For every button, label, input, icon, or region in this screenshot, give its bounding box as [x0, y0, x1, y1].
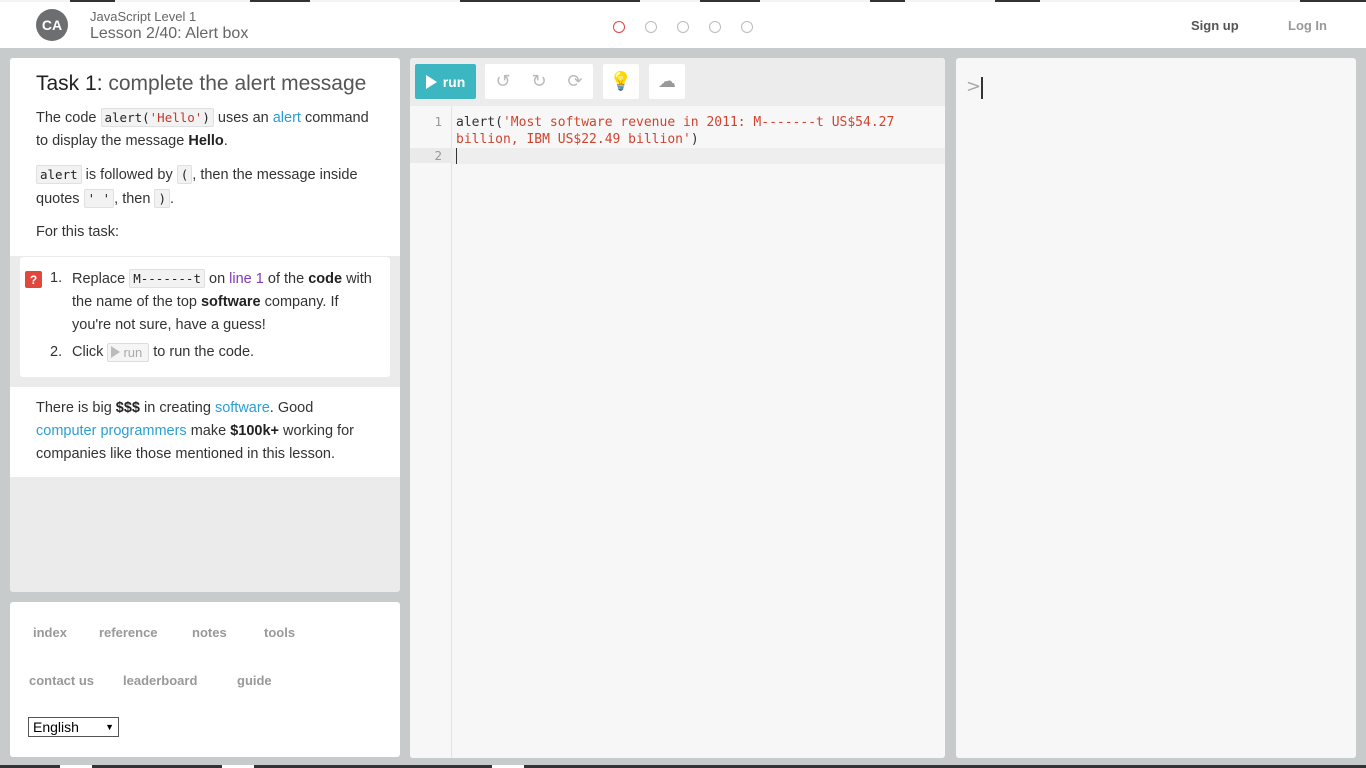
play-icon	[425, 74, 437, 89]
task-dot-5[interactable]	[741, 21, 753, 33]
sign-up-link[interactable]: Sign up	[1191, 18, 1239, 33]
course-level: JavaScript Level 1	[90, 9, 197, 24]
nav-notes[interactable]: notes	[192, 625, 227, 640]
play-icon	[111, 346, 121, 359]
task-paragraph-1: The code alert('Hello') uses an alert co…	[36, 108, 369, 149]
nav-tools[interactable]: tools	[264, 625, 295, 640]
undo-icon[interactable]: ↺	[485, 64, 521, 99]
line-1-link[interactable]: line 1	[229, 271, 264, 287]
nav-contact-us[interactable]: contact us	[29, 673, 94, 688]
info-note: There is big $$$ in creating software. G…	[10, 387, 400, 477]
console-caret	[981, 77, 983, 99]
line-number-2: 2	[410, 148, 452, 163]
task-dot-2[interactable]	[645, 21, 657, 33]
language-select[interactable]: English ▼	[28, 717, 119, 737]
programmers-link[interactable]: computer programmers	[36, 423, 187, 439]
software-link[interactable]: software	[215, 400, 270, 416]
line-gutter: 1 2	[410, 106, 452, 758]
task-paragraph-2: alert is followed by (, then the message…	[36, 165, 358, 208]
nav-reference[interactable]: reference	[99, 625, 158, 640]
instruction-steps: 1. Replace M-------t on line 1 of the co…	[50, 267, 380, 364]
task-description: Task 1: complete the alert message The c…	[10, 58, 400, 256]
dropdown-arrow-icon: ▼	[105, 722, 114, 732]
task-dot-4[interactable]	[709, 21, 721, 33]
cloud-upload-icon[interactable]: ☁	[649, 64, 685, 99]
save-control: ☁	[649, 64, 685, 99]
task-dot-1[interactable]	[613, 21, 625, 33]
alert-link[interactable]: alert	[273, 110, 301, 126]
redo-icon[interactable]: ↻	[521, 64, 557, 99]
help-icon[interactable]: ?	[25, 271, 42, 288]
nav-index[interactable]: index	[33, 625, 67, 640]
task-dot-3[interactable]	[677, 21, 689, 33]
nav-leaderboard[interactable]: leaderboard	[123, 673, 197, 688]
step-2: 2. Click run to run the code.	[50, 342, 255, 362]
lesson-title: Lesson 2/40: Alert box	[90, 25, 249, 42]
header: CA JavaScript Level 1 Lesson 2/40: Alert…	[0, 2, 1366, 48]
task-panel: Task 1: complete the alert message The c…	[10, 58, 400, 592]
console-prompt-icon: >	[966, 76, 982, 97]
current-line-highlight	[452, 148, 945, 164]
code-editor: run ↺ ↻ ⟳ 💡 ☁ 1 2 alert('Most software r…	[410, 58, 945, 758]
history-controls: ↺ ↻ ⟳	[485, 64, 593, 99]
code-line-1[interactable]: alert('Most software revenue in 2011: M-…	[456, 114, 926, 148]
reset-icon[interactable]: ⟳	[557, 64, 593, 99]
instructions-box: ? 1. Replace M-------t on line 1 of the …	[20, 257, 390, 377]
editor-toolbar: run ↺ ↻ ⟳ 💡 ☁	[410, 58, 945, 106]
hint-control: 💡	[603, 64, 639, 99]
task-title: Task 1: complete the alert message	[36, 72, 367, 95]
task-progress	[613, 21, 753, 33]
nav-guide[interactable]: guide	[237, 673, 272, 688]
logo[interactable]: CA	[36, 9, 68, 41]
lightbulb-icon[interactable]: 💡	[603, 64, 639, 99]
footer-nav: index reference notes tools contact us l…	[10, 602, 400, 757]
line-number-1: 1	[434, 114, 442, 129]
code-snippet: alert('Hello')	[100, 108, 214, 127]
run-button[interactable]: run	[415, 64, 476, 99]
log-in-link[interactable]: Log In	[1288, 18, 1327, 33]
inline-run-button[interactable]: run	[107, 342, 150, 362]
output-console[interactable]: >	[956, 58, 1356, 758]
step-1: 1. Replace M-------t on line 1 of the co…	[50, 269, 372, 333]
task-paragraph-3: For this task:	[36, 224, 119, 240]
editor-caret	[456, 148, 457, 164]
